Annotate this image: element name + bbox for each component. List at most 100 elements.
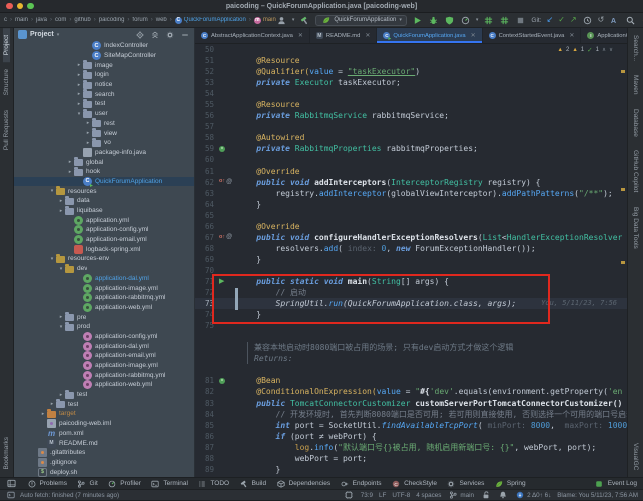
status-widget[interactable]: 4 spaces [416, 492, 441, 499]
editor-tab[interactable]: ApplicationContext.java [581, 28, 627, 43]
chevron-expanded-icon[interactable]: ▾ [57, 324, 65, 330]
status-widget[interactable]: 2 Δ0↑ 6↓ [514, 490, 551, 501]
plugin-grid-icon[interactable] [499, 15, 510, 26]
tool-window-button-services[interactable]: Services [446, 478, 484, 489]
history-icon[interactable] [582, 15, 593, 26]
tree-item[interactable]: application-web.yml [14, 302, 194, 313]
line-number[interactable]: 66 [195, 222, 217, 231]
line-number[interactable]: 54 [195, 89, 217, 98]
tree-item[interactable]: ▸ vo [14, 137, 194, 148]
line-number[interactable]: 62 [195, 178, 217, 187]
status-widget[interactable]: UTF-8 [392, 492, 410, 499]
tree-item[interactable]: application-email.yml [14, 351, 194, 361]
code-line[interactable]: 82 @ConditionalOnExpression(value = "#{'… [195, 386, 627, 397]
line-number[interactable]: 84 [195, 410, 217, 419]
breadcrumb-class-item[interactable]: C QuickForumApplication [174, 16, 246, 24]
overriding-method-gutter-icon[interactable]: o↑ [219, 234, 225, 241]
push-button[interactable]: ↗ [570, 16, 577, 24]
chevron-collapsed-icon[interactable]: ▸ [84, 130, 92, 136]
breadcrumb-method-item[interactable]: m main [253, 16, 276, 24]
next-problem-icon[interactable]: ∨ [609, 47, 613, 53]
line-number[interactable]: 70 [195, 266, 217, 275]
tree-item[interactable]: ▸ target [14, 408, 194, 419]
tree-item[interactable]: ▸ test [14, 399, 194, 409]
tree-item[interactable]: README.md [14, 438, 194, 448]
stripe-item-search-[interactable]: Search... [632, 28, 639, 68]
stripe-item-pull-requests[interactable]: Pull Requests [3, 103, 10, 157]
code-line[interactable]: 87 log.info("默认端口号{}被占用, 随机启用新端口号: {}", … [195, 442, 627, 453]
code-line[interactable]: 74 } [195, 309, 627, 320]
status-widget[interactable] [497, 490, 508, 501]
line-number[interactable]: 61 [195, 167, 217, 176]
prev-problem-icon[interactable]: ∧ [602, 47, 606, 53]
inspections-widget[interactable]: ▲ 2 ▲ 1 ✓ 1 ∧ ∨ [555, 46, 615, 54]
tree-item[interactable]: ▾ resources [14, 186, 194, 196]
tree-item[interactable]: ▸ search [14, 89, 194, 99]
line-number[interactable]: 75 [195, 321, 217, 330]
tree-item[interactable]: ▸ liquibase [14, 205, 194, 216]
code-line[interactable]: Returns: [195, 353, 627, 365]
tree-item[interactable]: ▸ image [14, 60, 194, 70]
code-line[interactable] [195, 364, 627, 375]
tree-item[interactable]: .gitattributes [14, 448, 194, 458]
tool-window-button-dependencies[interactable]: Dependencies [275, 478, 330, 489]
line-number[interactable]: 58 [195, 133, 217, 142]
code-line[interactable]: 64 } [195, 199, 627, 210]
stripe-item-big-data-tools[interactable]: Big Data Tools [632, 200, 639, 256]
code-editor[interactable]: ▲ 2 ▲ 1 ✓ 1 ∧ ∨ 50 51 @Resource 52 @Qualifier(val… [195, 44, 627, 477]
tree-item[interactable]: IndexController [14, 41, 194, 51]
tree-item[interactable]: SiteMapController [14, 51, 194, 61]
code-line[interactable]: 70 [195, 265, 627, 276]
breadcrumb-item[interactable]: java [36, 17, 47, 23]
line-number[interactable]: 51 [195, 56, 217, 65]
code-line[interactable]: 71 ▶ public static void main(String[] arg… [195, 276, 627, 287]
tree-item[interactable]: application-dal.yml [14, 273, 194, 284]
code-line[interactable]: 89 } [195, 464, 627, 475]
code-line[interactable]: 61 @Override [195, 166, 627, 177]
code-line[interactable]: 72 // 启动 [195, 287, 627, 298]
status-widget[interactable]: main [447, 490, 474, 501]
overriding-method-gutter-icon[interactable]: o↑ [219, 179, 225, 185]
tree-item[interactable]: ▸ global [14, 157, 194, 167]
code-line[interactable]: 73 SpringUtil.run(QuickForumApplication.… [195, 298, 627, 310]
status-widget[interactable] [344, 490, 355, 501]
tree-item[interactable]: application.yml [14, 215, 194, 225]
tree-item[interactable]: deploy.sh [14, 467, 194, 477]
line-number[interactable]: 82 [195, 387, 217, 396]
line-number[interactable]: 74 [195, 310, 217, 319]
tree-item[interactable]: QuickForumApplication [14, 176, 194, 187]
code-line[interactable]: 86 if (port ≠ webPort) { [195, 431, 627, 442]
chevron-collapsed-icon[interactable]: ▸ [48, 401, 56, 407]
code-line[interactable]: 57 [195, 121, 627, 132]
stripe-item-project[interactable]: Project [3, 28, 10, 63]
tree-item[interactable]: ▸ pre [14, 312, 194, 322]
code-line[interactable]: 53 private Executor taskExecutor; [195, 77, 627, 88]
chevron-down-icon[interactable]: ▾ [57, 32, 60, 38]
line-number[interactable]: 73 [195, 299, 217, 308]
rollback-button[interactable]: ↺ [598, 16, 605, 24]
code-line[interactable]: 54 [195, 88, 627, 99]
profiler-icon[interactable] [460, 15, 471, 26]
code-line[interactable]: 69 } [195, 254, 627, 265]
tree-item[interactable]: ▸ hook [14, 166, 194, 177]
commit-button[interactable]: ✓ [558, 16, 565, 24]
code-line[interactable]: 83 public TomcatConnectorCustomizer cust… [195, 398, 627, 409]
line-number[interactable]: 60 [195, 155, 217, 164]
code-line[interactable]: 84 // 开发环境时, 首先判断8080端口是否可用; 若可用则直接使用, 否… [195, 409, 627, 420]
code-line[interactable]: 88 webPort = port; [195, 453, 627, 464]
breadcrumb-item[interactable]: github [74, 17, 90, 23]
layout-icon[interactable] [6, 478, 17, 489]
chevron-collapsed-icon[interactable]: ▸ [39, 411, 47, 417]
code-line[interactable]: 75 [195, 320, 627, 331]
stripe-item-maven[interactable]: Maven [632, 68, 639, 102]
tree-item[interactable]: application-config.yml [14, 331, 194, 342]
code-line[interactable]: 51 @Resource [195, 55, 627, 66]
search-everywhere-icon[interactable] [625, 15, 636, 26]
tree-item[interactable]: ▸ test [14, 389, 194, 400]
tree-item[interactable]: application-rabbitmq.yml [14, 293, 194, 303]
event-log-button[interactable]: Event Log [594, 478, 637, 489]
tree-item[interactable]: ▾ prod [14, 321, 194, 332]
close-icon[interactable]: ✕ [365, 32, 370, 39]
tree-item[interactable]: ▸ login [14, 69, 194, 80]
line-number[interactable]: 87 [195, 443, 217, 452]
